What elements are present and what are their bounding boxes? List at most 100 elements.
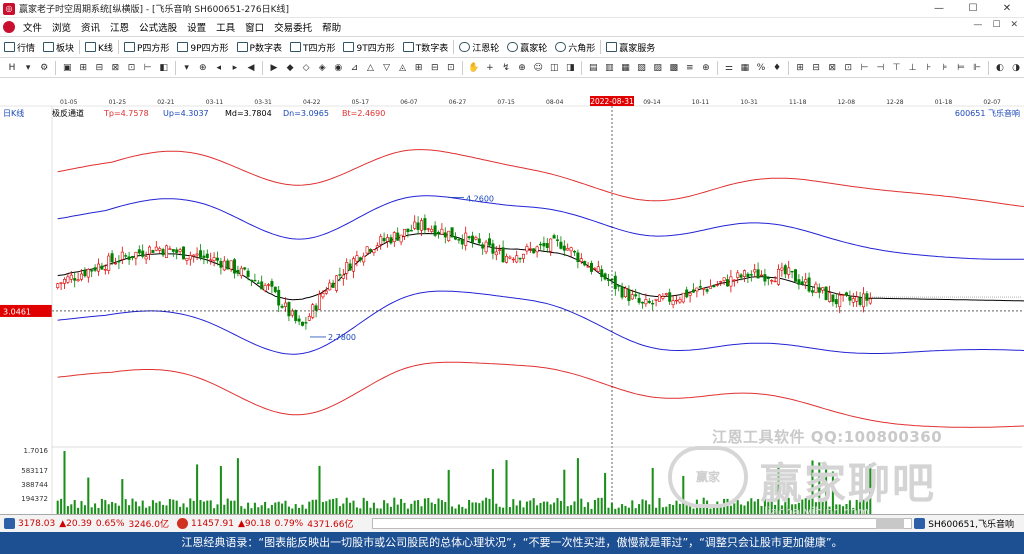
tool-icon[interactable]: ≡	[684, 62, 696, 74]
toolbar-wheel-button[interactable]: 江恩轮	[455, 41, 503, 54]
tool-icon[interactable]: ☺	[532, 62, 544, 74]
tool-icon[interactable]: ▣	[61, 62, 73, 74]
tool-icon[interactable]: ↯	[500, 62, 512, 74]
toolbar-hexagon-button[interactable]: 六角形	[551, 41, 599, 54]
mdi-close-button[interactable]: ✕	[1010, 20, 1018, 30]
tool-icon[interactable]: ▦	[739, 62, 751, 74]
tool-icon[interactable]: ▥	[603, 62, 615, 74]
tool-icon[interactable]: ◀	[245, 62, 257, 74]
tool-icon[interactable]: ◬	[397, 62, 409, 74]
tool-icon[interactable]: ⊞	[413, 62, 425, 74]
tool-icon[interactable]: ▸	[229, 62, 241, 74]
tool-icon[interactable]: ▾	[22, 62, 34, 74]
tool-icon[interactable]: ▤	[587, 62, 599, 74]
tool-icon[interactable]: ⊟	[810, 62, 822, 74]
volume-bar	[573, 501, 576, 514]
tool-icon[interactable]: ✋	[468, 62, 480, 74]
tool-icon[interactable]: ⊞	[794, 62, 806, 74]
tool-icon[interactable]: ⊦	[923, 62, 935, 74]
horizontal-scrollbar[interactable]	[372, 518, 912, 529]
tool-icon[interactable]: ◑	[1010, 62, 1022, 74]
toolbar-square-9p-button[interactable]: 9P四方形	[173, 41, 232, 54]
toolbar-square-t-button[interactable]: T四方形	[286, 41, 340, 54]
close-button[interactable]: ✕	[990, 0, 1024, 18]
tool-icon[interactable]: △	[364, 62, 376, 74]
tool-icon[interactable]: ⊕	[197, 62, 209, 74]
tool-icon[interactable]: ⊟	[429, 62, 441, 74]
tool-icon[interactable]: ♦	[771, 62, 783, 74]
volume-bar	[66, 506, 69, 514]
tool-icon[interactable]: ⊡	[842, 62, 854, 74]
tool-icon[interactable]: ⊣	[874, 62, 886, 74]
kline-chart[interactable]: 01-05 01-25 02-21 03-11 03-31 04-22 05-17 06-07…	[0, 78, 1024, 514]
mdi-restore-button[interactable]: ☐	[992, 20, 1000, 30]
toolbar-square-p-button[interactable]: P四方形	[120, 41, 173, 54]
tool-icon[interactable]: ◆	[284, 62, 296, 74]
toolbar-wheel2-button[interactable]: 赢家轮	[503, 41, 551, 54]
tool-icon[interactable]: ◧	[158, 62, 170, 74]
tool-icon[interactable]: ⚙	[38, 62, 50, 74]
tool-icon[interactable]: ⊕	[516, 62, 528, 74]
tool-icon[interactable]: ▨	[652, 62, 664, 74]
menu-help[interactable]: 帮助	[317, 20, 346, 34]
tool-icon[interactable]: ◫	[548, 62, 560, 74]
tool-icon[interactable]: ▦	[619, 62, 631, 74]
tool-icon[interactable]: H	[6, 62, 18, 74]
toolbar-square-9t-button[interactable]: 9T四方形	[339, 41, 398, 54]
tool-icon[interactable]: ⊨	[955, 62, 967, 74]
tool-icon[interactable]: ⊢	[142, 62, 154, 74]
tool-icon[interactable]: ⊥	[907, 62, 919, 74]
volume-bar	[600, 497, 603, 514]
tool-icon[interactable]: ◈	[316, 62, 328, 74]
menu-file[interactable]: 文件	[18, 20, 47, 34]
tool-icon[interactable]: ⊠	[826, 62, 838, 74]
minimize-button[interactable]: —	[922, 0, 956, 18]
menu-window[interactable]: 窗口	[240, 20, 269, 34]
tool-icon[interactable]: ▽	[380, 62, 392, 74]
tool-icon[interactable]: ⊤	[891, 62, 903, 74]
toolbar-grid-button[interactable]: 行情	[0, 41, 39, 54]
tool-icon[interactable]: ⊢	[858, 62, 870, 74]
toolbar-blocks-button[interactable]: 板块	[39, 41, 78, 54]
tool-icon[interactable]: ⊡	[445, 62, 457, 74]
tool-icon[interactable]: ▾	[181, 62, 193, 74]
tool-icon[interactable]: ◂	[213, 62, 225, 74]
menu-settings[interactable]: 设置	[182, 20, 211, 34]
tool-icon[interactable]: ⊡	[125, 62, 137, 74]
tool-icon[interactable]: ◇	[300, 62, 312, 74]
tool-icon[interactable]: ⊠	[109, 62, 121, 74]
menu-info[interactable]: 资讯	[76, 20, 105, 34]
toolbar-service-button[interactable]: 赢家服务	[602, 41, 659, 54]
menu-browse[interactable]: 浏览	[47, 20, 76, 34]
tool-icon[interactable]: ▩	[668, 62, 680, 74]
menu-trade[interactable]: 交易委托	[269, 20, 317, 34]
tool-icon[interactable]: ⊩	[971, 62, 983, 74]
tool-icon[interactable]: ⊞	[77, 62, 89, 74]
tool-icon[interactable]: ⊧	[939, 62, 951, 74]
tool-icon[interactable]: ◨	[564, 62, 576, 74]
sh-index-icon[interactable]	[4, 518, 15, 529]
mdi-minimize-button[interactable]: —	[973, 20, 982, 30]
scrollbar-thumb[interactable]	[876, 518, 904, 529]
tool-icon[interactable]: +	[484, 62, 496, 74]
volume-bar	[321, 502, 324, 514]
tool-icon[interactable]: ⊕	[700, 62, 712, 74]
menu-formula[interactable]: 公式选股	[134, 20, 182, 34]
maximize-button[interactable]: ☐	[956, 0, 990, 18]
toolbar-table-t-button[interactable]: T数字表	[399, 41, 453, 54]
tool-icon[interactable]: ▧	[636, 62, 648, 74]
tool-icon[interactable]: ▶	[268, 62, 280, 74]
tool-icon[interactable]: ◐	[994, 62, 1006, 74]
menu-tools[interactable]: 工具	[211, 20, 240, 34]
toolbar-table-p-button[interactable]: P数字表	[233, 41, 286, 54]
volume-bar	[372, 502, 375, 514]
tool-icon[interactable]: ⚌	[723, 62, 735, 74]
tool-icon[interactable]: ⊟	[93, 62, 105, 74]
menu-gann[interactable]: 江恩	[105, 20, 134, 34]
sz-index-icon[interactable]	[177, 518, 188, 529]
tool-icon[interactable]: ⊿	[348, 62, 360, 74]
toolbar-candle-button[interactable]: K线	[81, 41, 117, 54]
volume-bar	[138, 506, 141, 514]
tool-icon[interactable]: %	[755, 62, 767, 74]
tool-icon[interactable]: ◉	[332, 62, 344, 74]
